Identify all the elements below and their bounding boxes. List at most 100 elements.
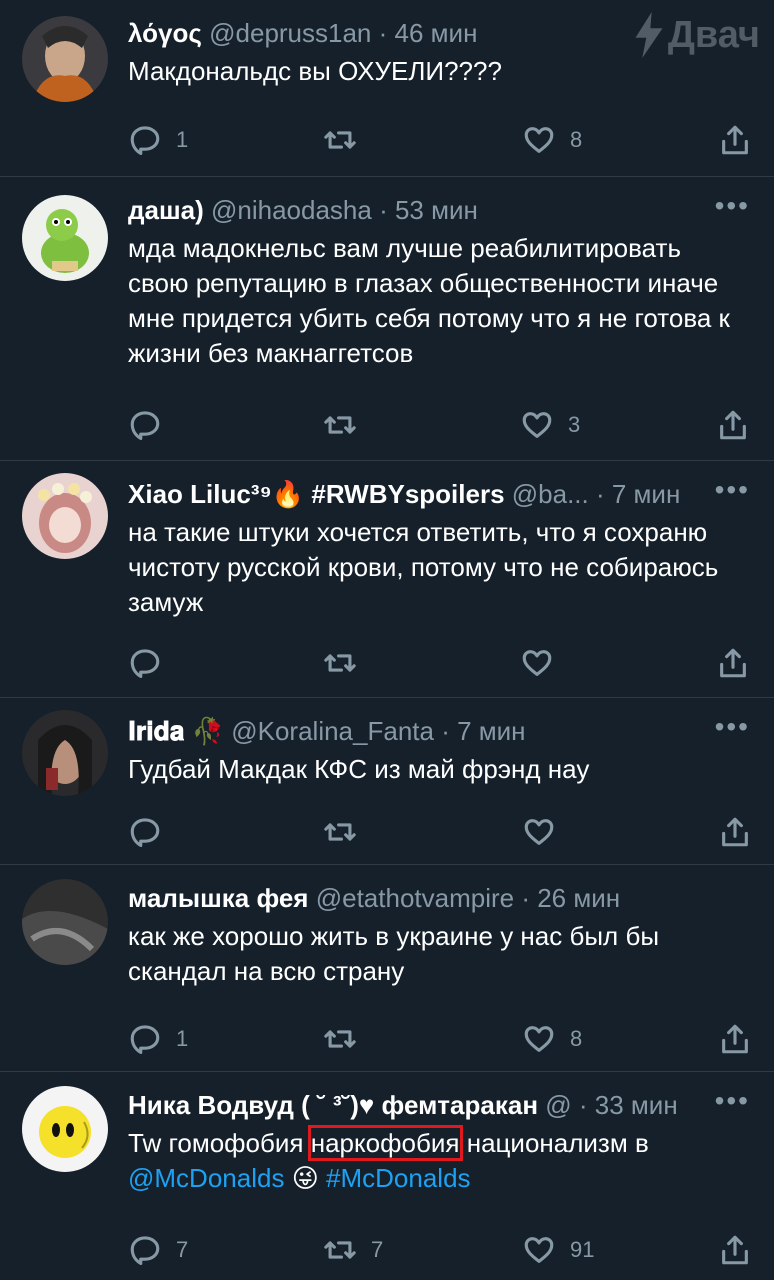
retweet-button[interactable] (323, 120, 371, 160)
tweet[interactable]: малышка фея @etathotvampire · 26 мин как… (0, 865, 774, 1072)
more-options-icon[interactable]: ••• (715, 475, 750, 505)
avatar[interactable] (22, 473, 108, 559)
tweet-actions: 7 7 91 (0, 1230, 774, 1270)
reply-button[interactable] (128, 405, 176, 445)
handle[interactable]: @ba... (512, 479, 589, 509)
retweet-icon (324, 654, 356, 672)
retweet-icon (324, 416, 356, 434)
handle[interactable]: @ (545, 1090, 571, 1120)
more-options-icon[interactable]: ••• (715, 712, 750, 742)
tweet-text: Гудбай Макдак КФС из май фрэнд нау (128, 754, 590, 784)
avatar[interactable] (22, 710, 108, 796)
timestamp[interactable]: · 53 мин (379, 195, 478, 225)
tweet-actions: 3 (0, 405, 774, 445)
timestamp[interactable]: · 26 мин (521, 883, 620, 913)
share-button[interactable] (718, 120, 752, 160)
reply-button[interactable]: 1 (128, 120, 188, 160)
like-count: 8 (570, 127, 583, 152)
heart-icon (522, 650, 552, 676)
reply-count: 1 (176, 127, 189, 152)
share-button[interactable] (718, 1019, 752, 1059)
tweet[interactable]: даша) @nihaodasha · 53 мин ••• мда мадок… (0, 177, 774, 461)
more-options-icon[interactable]: ••• (715, 1086, 750, 1116)
like-button[interactable] (522, 812, 570, 852)
share-icon (722, 1024, 748, 1054)
tweet-header: малышка фея @etathotvampire · 26 мин (128, 881, 734, 915)
share-button[interactable] (718, 1230, 752, 1270)
tweet-text-start: Tw гомофобия (128, 1128, 311, 1158)
like-count: 91 (570, 1237, 595, 1262)
like-button[interactable]: 91 (522, 1230, 594, 1270)
display-name[interactable]: Ника Водвуд ( ˘ ³˘)♥ фемтаракан (128, 1090, 538, 1120)
like-button[interactable] (520, 643, 568, 683)
avatar[interactable] (22, 879, 108, 965)
timestamp[interactable]: · 33 мин (579, 1090, 678, 1120)
tweet-header: 𝐈𝐫𝐢𝐝𝐚 🥀 @Koralina_Fanta · 7 мин (128, 714, 734, 748)
heart-icon (524, 819, 554, 845)
retweet-button[interactable]: 7 (323, 1230, 383, 1270)
timestamp[interactable]: · 7 мин (596, 479, 680, 509)
share-icon (722, 1235, 748, 1265)
more-options-icon[interactable]: ••• (715, 191, 750, 221)
heart-icon (524, 1026, 554, 1052)
handle[interactable]: @nihaodasha (211, 195, 372, 225)
reply-button[interactable]: 7 (128, 1230, 188, 1270)
retweet-button[interactable] (323, 812, 371, 852)
tweet[interactable]: λόγος @depruss1an · 46 мин Макдональдс в… (0, 0, 774, 177)
retweet-icon (324, 1030, 356, 1048)
reply-icon (130, 818, 160, 848)
reply-icon (130, 126, 160, 156)
retweet-icon (324, 823, 356, 841)
display-name[interactable]: даша) (128, 195, 204, 225)
tweet[interactable]: 𝐈𝐫𝐢𝐝𝐚 🥀 @Koralina_Fanta · 7 мин ••• Гудб… (0, 698, 774, 865)
reply-button[interactable]: 1 (128, 1019, 188, 1059)
handle[interactable]: @depruss1an (209, 18, 371, 48)
tweet-header: даша) @nihaodasha · 53 мин (128, 193, 734, 227)
display-name[interactable]: 𝐈𝐫𝐢𝐝𝐚 🥀 (128, 716, 224, 746)
like-button[interactable]: 8 (522, 1019, 582, 1059)
tweet[interactable]: Xiao Liluc³⁹🔥 #RWBYspoilers @ba... · 7 м… (0, 461, 774, 698)
display-name[interactable]: λόγος (128, 18, 202, 48)
reply-button[interactable] (128, 812, 176, 852)
display-name[interactable]: малышка фея (128, 883, 308, 913)
avatar[interactable] (22, 195, 108, 281)
like-button[interactable]: 3 (520, 405, 580, 445)
like-button[interactable]: 8 (522, 120, 582, 160)
retweet-icon (324, 131, 356, 149)
tweet-actions (0, 643, 774, 683)
avatar[interactable] (22, 16, 108, 102)
retweet-button[interactable] (323, 1019, 371, 1059)
timestamp[interactable]: · 7 мин (441, 716, 525, 746)
tweet[interactable]: Ника Водвуд ( ˘ ³˘)♥ фемтаракан @ · 33 м… (0, 1072, 774, 1280)
mention-link[interactable]: @McDonalds (128, 1163, 284, 1193)
tweet-actions (0, 812, 774, 852)
hashtag-link[interactable]: #McDonalds (326, 1163, 471, 1193)
retweet-button[interactable] (323, 643, 371, 683)
like-count: 3 (568, 412, 581, 437)
share-icon (720, 648, 746, 678)
like-count: 8 (570, 1026, 583, 1051)
tweet-header: Ника Водвуд ( ˘ ³˘)♥ фемтаракан @ · 33 м… (128, 1088, 734, 1122)
avatar[interactable] (22, 1086, 108, 1172)
share-icon (722, 817, 748, 847)
handle[interactable]: @etathotvampire (316, 883, 514, 913)
share-button[interactable] (716, 405, 750, 445)
tweet-text: Макдональдс вы ОХУЕЛИ???? (128, 56, 502, 86)
tweet-text: мда мадокнельс вам лучше реабилитировать… (128, 233, 730, 368)
reply-count: 7 (176, 1237, 189, 1262)
reply-button[interactable] (128, 643, 176, 683)
tweet-header: λόγος @depruss1an · 46 мин (128, 16, 734, 50)
reply-count: 1 (176, 1026, 189, 1051)
display-name[interactable]: Xiao Liluc³⁹🔥 #RWBYspoilers (128, 479, 505, 509)
reply-icon (130, 649, 160, 679)
share-button[interactable] (718, 812, 752, 852)
reply-icon (130, 411, 160, 441)
tweet-text: как же хорошо жить в украине у нас был б… (128, 921, 660, 986)
share-button[interactable] (716, 643, 750, 683)
emoji: 😜 (291, 1163, 319, 1193)
highlighted-word: наркофобия (307, 1125, 463, 1161)
handle[interactable]: @Koralina_Fanta (231, 716, 434, 746)
retweet-button[interactable] (323, 405, 371, 445)
heart-icon (524, 1237, 554, 1263)
timestamp[interactable]: · 46 мин (379, 18, 478, 48)
